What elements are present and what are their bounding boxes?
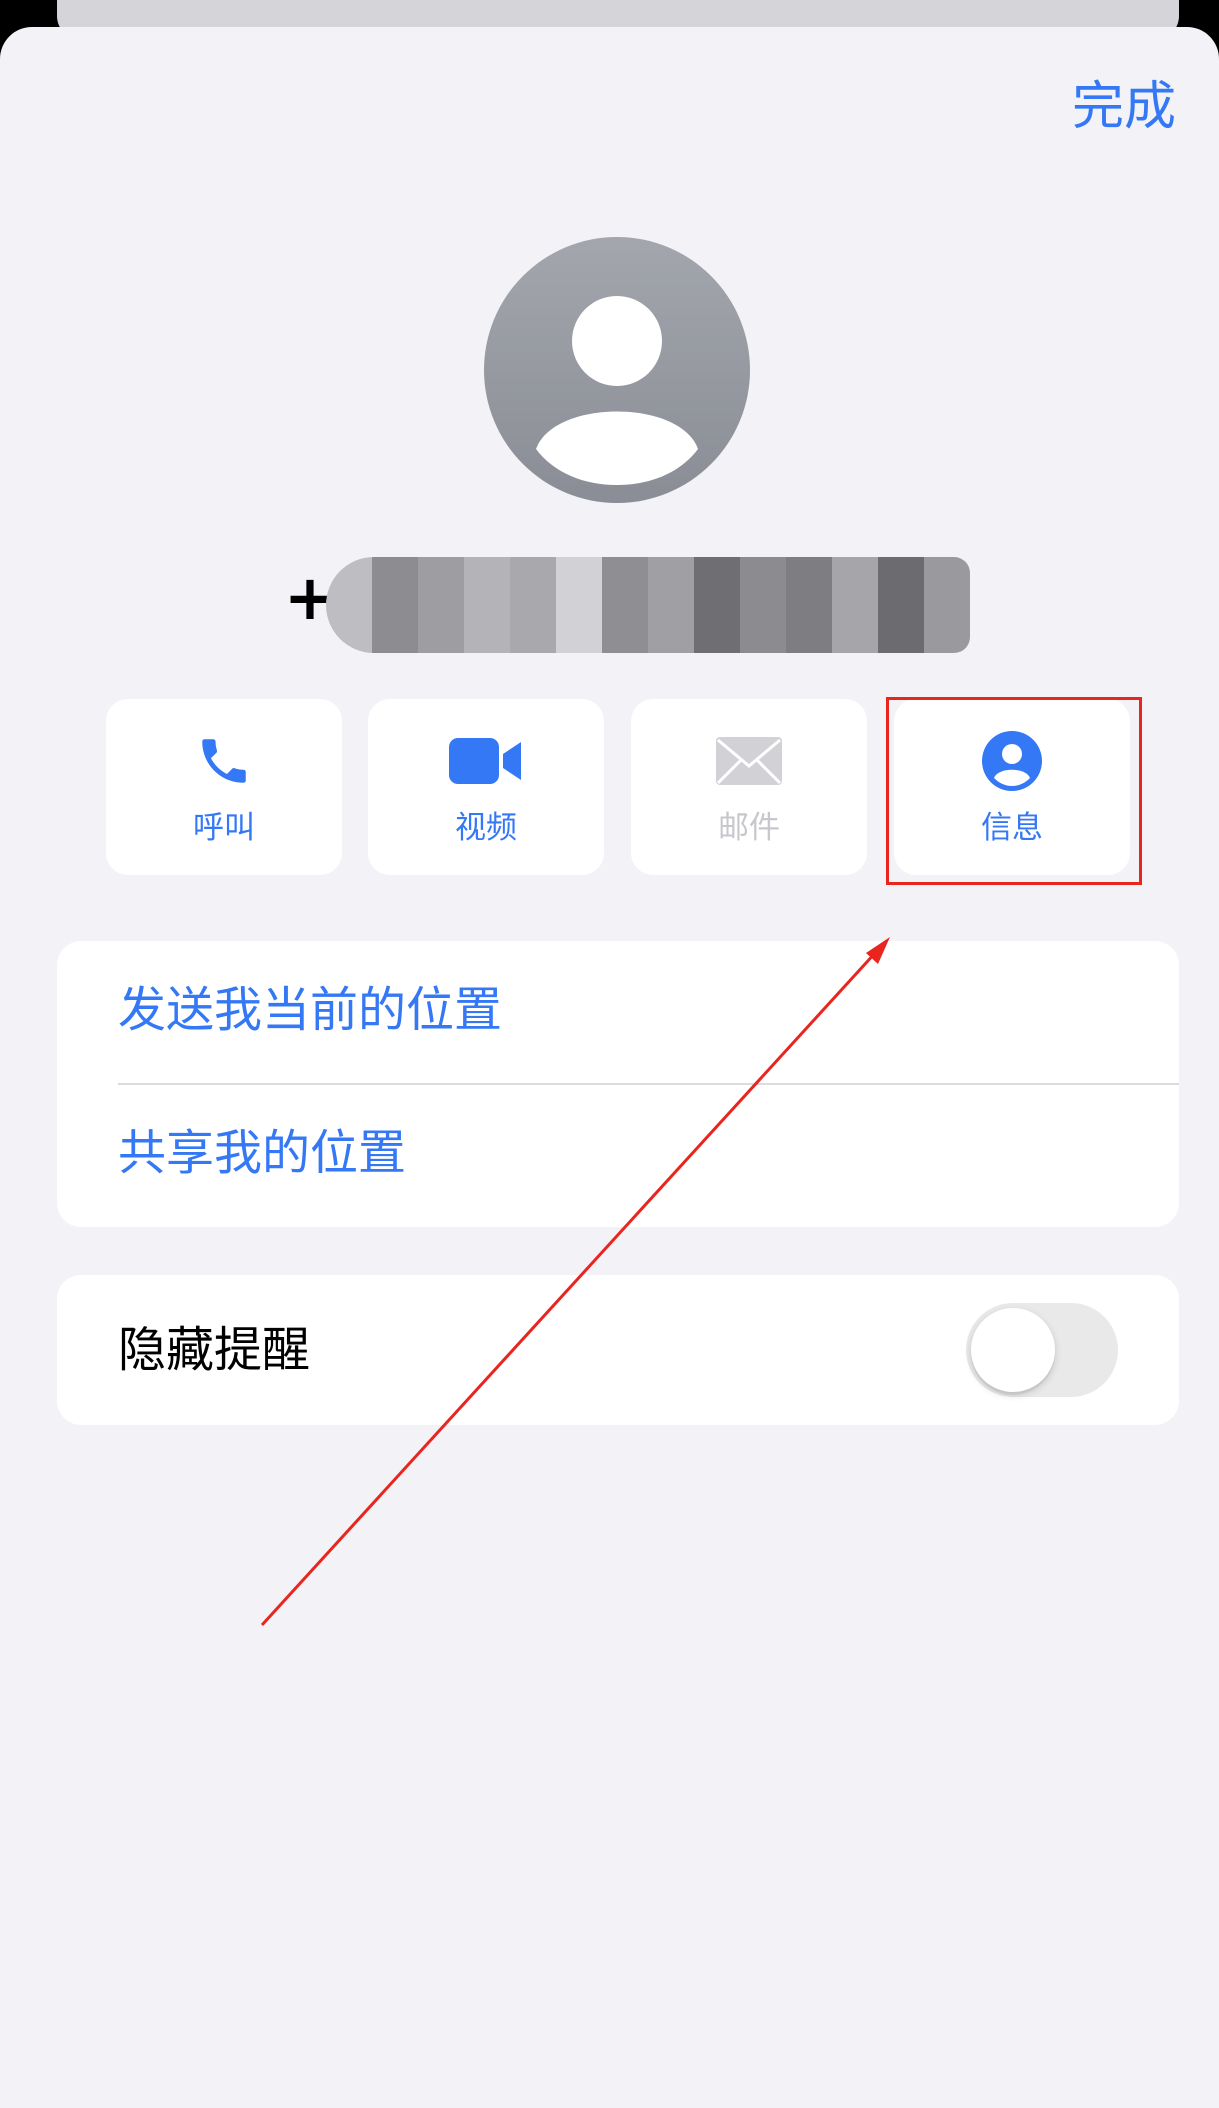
video-label: 视频 xyxy=(455,810,517,846)
quick-actions: 呼叫 视频 邮件 信息 xyxy=(106,699,1130,875)
video-button[interactable]: 视频 xyxy=(368,699,604,875)
send-current-location-label: 发送我当前的位置 xyxy=(118,982,503,1038)
location-options-group: 发送我当前的位置 共享我的位置 xyxy=(57,941,1179,1227)
redacted-phone-digits xyxy=(326,557,970,653)
mail-label: 邮件 xyxy=(718,810,780,846)
video-camera-icon xyxy=(368,731,604,791)
hide-alerts-toggle[interactable] xyxy=(966,1303,1118,1397)
call-label: 呼叫 xyxy=(193,810,255,846)
toggle-knob xyxy=(971,1308,1055,1392)
hide-alerts-label: 隐藏提醒 xyxy=(118,1322,311,1378)
call-button[interactable]: 呼叫 xyxy=(106,699,342,875)
person-placeholder-icon xyxy=(536,296,698,485)
phone-icon xyxy=(106,731,342,791)
contact-phone-number: + xyxy=(284,557,970,653)
share-my-location-row[interactable]: 共享我的位置 xyxy=(57,1084,1179,1227)
info-label: 信息 xyxy=(981,810,1043,846)
info-button[interactable]: 信息 xyxy=(894,699,1130,875)
person-circle-icon xyxy=(894,731,1130,791)
contact-avatar xyxy=(484,237,750,503)
done-button[interactable]: 完成 xyxy=(1072,81,1176,133)
mail-button[interactable]: 邮件 xyxy=(631,699,867,875)
hide-alerts-row: 隐藏提醒 xyxy=(57,1275,1179,1425)
share-my-location-label: 共享我的位置 xyxy=(118,1125,407,1181)
envelope-icon xyxy=(631,731,867,791)
send-current-location-row[interactable]: 发送我当前的位置 xyxy=(57,941,1179,1084)
hide-alerts-group: 隐藏提醒 xyxy=(57,1275,1179,1425)
